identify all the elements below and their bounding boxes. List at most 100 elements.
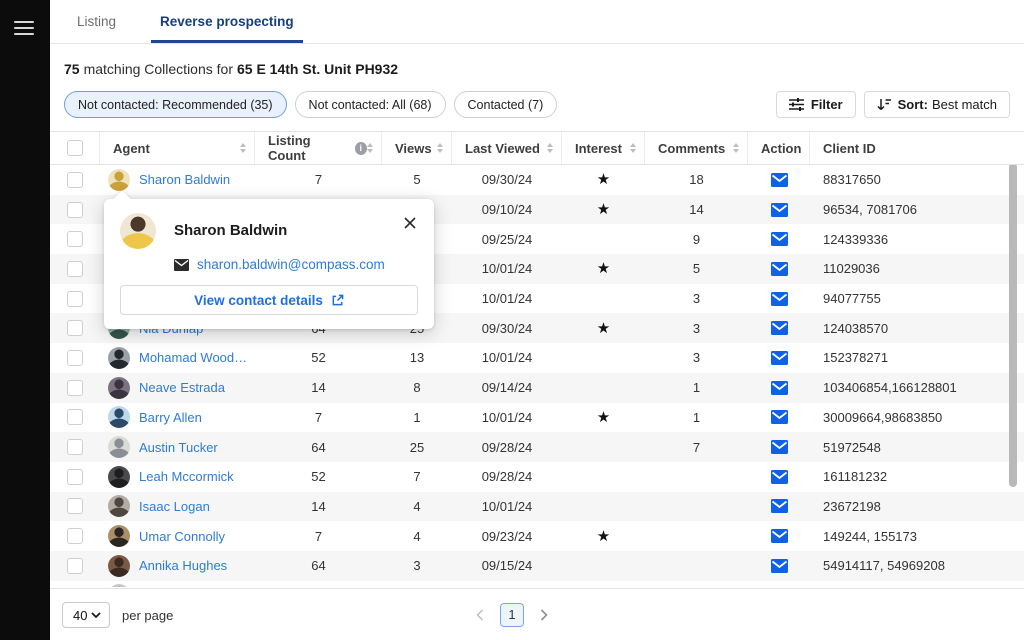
- table-footer: 40 per page 1: [50, 588, 1024, 640]
- mail-icon[interactable]: [771, 381, 788, 395]
- row-checkbox[interactable]: [67, 172, 83, 188]
- sort-button[interactable]: Sort: Best match: [864, 91, 1010, 118]
- listing-count-cell: 7: [255, 529, 382, 544]
- client-id-cell: 23672198: [810, 499, 1024, 514]
- column-client-id: Client ID: [810, 132, 1024, 164]
- row-checkbox[interactable]: [67, 320, 83, 336]
- column-interest[interactable]: Interest: [562, 132, 645, 164]
- views-cell: 5: [382, 172, 452, 187]
- comments-cell: 7: [645, 440, 748, 455]
- views-cell: 13: [382, 350, 452, 365]
- agent-avatar: [108, 466, 130, 488]
- mail-icon[interactable]: [771, 292, 788, 306]
- sort-arrows-icon[interactable]: [367, 143, 373, 153]
- contact-email-link[interactable]: sharon.baldwin@compass.com: [197, 257, 385, 272]
- sort-arrows-icon[interactable]: [630, 143, 636, 153]
- app-sidebar: [0, 0, 50, 640]
- menu-icon[interactable]: [14, 21, 34, 39]
- mail-icon[interactable]: [771, 351, 788, 365]
- sort-arrows-icon[interactable]: [240, 143, 246, 153]
- star-icon: ★: [597, 172, 610, 187]
- info-icon[interactable]: i: [355, 142, 368, 155]
- agent-link[interactable]: Barry Allen: [139, 410, 202, 425]
- external-link-icon: [331, 294, 344, 307]
- row-checkbox[interactable]: [67, 558, 83, 574]
- sort-arrows-icon[interactable]: [733, 143, 739, 153]
- row-checkbox[interactable]: [67, 350, 83, 366]
- column-listing-count[interactable]: Listing Count i: [255, 132, 382, 164]
- column-comments[interactable]: Comments: [645, 132, 748, 164]
- select-all-checkbox[interactable]: [67, 140, 83, 156]
- previous-page-icon[interactable]: [472, 605, 488, 625]
- table-header: Agent Listing Count i Views Last Viewed …: [50, 131, 1024, 165]
- agent-link[interactable]: Leah Mccormick: [139, 469, 234, 484]
- email-icon: [174, 259, 189, 271]
- mail-icon[interactable]: [771, 559, 788, 573]
- contact-popup: Sharon Baldwin sharon.baldwin@compass.co…: [104, 199, 434, 329]
- page-title: 75matching Collections for65 E 14th St. …: [64, 61, 1024, 77]
- column-views[interactable]: Views: [382, 132, 452, 164]
- agent-link[interactable]: Annika Hughes: [139, 558, 227, 573]
- vertical-scrollbar-thumb[interactable]: [1009, 165, 1017, 487]
- column-last-viewed[interactable]: Last Viewed: [452, 132, 562, 164]
- column-agent[interactable]: Agent: [100, 132, 255, 164]
- per-page-label: per page: [122, 608, 173, 623]
- table-row: Neave Estrada 14 8 09/14/24 ★ 1 10340685…: [50, 373, 1024, 403]
- agent-link[interactable]: Mohamad Woodward: [139, 350, 255, 365]
- mail-icon[interactable]: [771, 529, 788, 543]
- row-checkbox[interactable]: [67, 528, 83, 544]
- row-checkbox[interactable]: [67, 202, 83, 218]
- listing-count-cell: 7: [255, 410, 382, 425]
- tab-listing[interactable]: Listing: [68, 0, 125, 43]
- agent-link[interactable]: Isaac Logan: [139, 499, 210, 514]
- mail-icon[interactable]: [771, 321, 788, 335]
- next-page-icon[interactable]: [536, 605, 552, 625]
- agent-avatar: [108, 347, 130, 369]
- client-id-cell: 149244, 155173: [810, 529, 1024, 544]
- per-page-select[interactable]: 40: [62, 602, 110, 628]
- row-checkbox[interactable]: [67, 469, 83, 485]
- last-viewed-cell: 10/01/24: [452, 261, 562, 276]
- agent-link[interactable]: Umar Connolly: [139, 529, 225, 544]
- agent-link[interactable]: Neave Estrada: [139, 380, 225, 395]
- comments-cell: 9: [645, 232, 748, 247]
- agent-avatar: [108, 495, 130, 517]
- mail-icon[interactable]: [771, 410, 788, 424]
- agent-link[interactable]: Sharon Baldwin: [139, 172, 230, 187]
- last-viewed-cell: 09/15/24: [452, 558, 562, 573]
- sort-arrows-icon[interactable]: [437, 143, 443, 153]
- agent-avatar: [108, 406, 130, 428]
- row-checkbox[interactable]: [67, 409, 83, 425]
- row-checkbox[interactable]: [67, 291, 83, 307]
- row-checkbox[interactable]: [67, 380, 83, 396]
- chip-not-contacted-all[interactable]: Not contacted: All (68): [295, 91, 446, 118]
- current-page-button[interactable]: 1: [500, 603, 524, 627]
- row-checkbox[interactable]: [67, 231, 83, 247]
- sort-button-prefix: Sort:: [898, 97, 928, 112]
- mail-icon[interactable]: [771, 173, 788, 187]
- view-contact-details-button[interactable]: View contact details: [120, 285, 418, 315]
- chip-not-contacted-recommended[interactable]: Not contacted: Recommended (35): [64, 91, 287, 118]
- client-id-cell: 11029036: [810, 261, 1024, 276]
- star-icon: ★: [597, 529, 610, 544]
- row-checkbox[interactable]: [67, 439, 83, 455]
- row-checkbox[interactable]: [67, 261, 83, 277]
- mail-icon[interactable]: [771, 440, 788, 454]
- sort-arrows-icon[interactable]: [547, 143, 553, 153]
- last-viewed-cell: 10/01/24: [452, 291, 562, 306]
- agent-avatar: [108, 525, 130, 547]
- agent-link[interactable]: Austin Tucker: [139, 440, 218, 455]
- mail-icon[interactable]: [771, 262, 788, 276]
- client-id-cell: 124038570: [810, 321, 1024, 336]
- chip-contacted[interactable]: Contacted (7): [454, 91, 558, 118]
- mail-icon[interactable]: [771, 203, 788, 217]
- mail-icon[interactable]: [771, 499, 788, 513]
- table-row: ★: [50, 581, 1024, 587]
- last-viewed-cell: 09/28/24: [452, 469, 562, 484]
- filter-button[interactable]: Filter: [776, 91, 856, 118]
- row-checkbox[interactable]: [67, 498, 83, 514]
- mail-icon[interactable]: [771, 232, 788, 246]
- tab-reverse-prospecting[interactable]: Reverse prospecting: [151, 0, 303, 43]
- mail-icon[interactable]: [771, 470, 788, 484]
- close-icon[interactable]: [402, 213, 418, 233]
